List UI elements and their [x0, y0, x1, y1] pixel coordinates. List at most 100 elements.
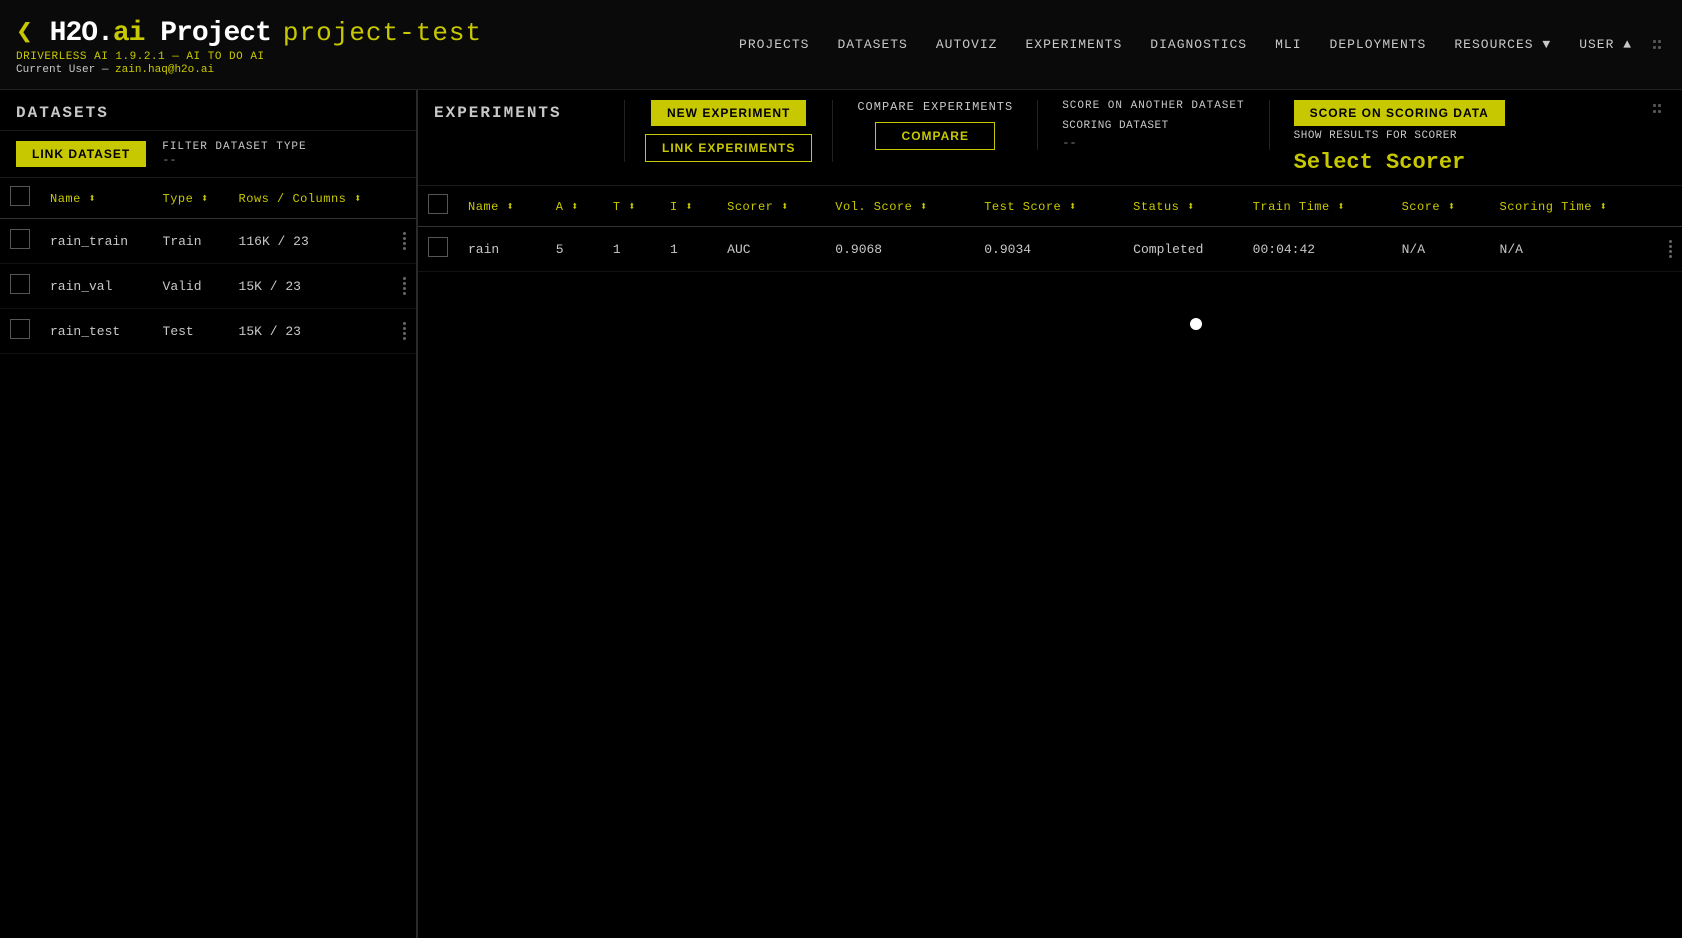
exp-select-all-header[interactable] — [418, 186, 458, 227]
select-scorer-label[interactable]: Select Scorer — [1294, 150, 1466, 175]
compare-button[interactable]: COMPARE — [875, 122, 995, 150]
datasets-toolbar: LINK DATASET FILTER DATASET TYPE -- — [0, 131, 416, 178]
experiments-table-container: Name ⬍ A ⬍ T ⬍ I ⬍ Scorer ⬍ Vol. Score ⬍… — [418, 186, 1682, 938]
exp-i-cell: 1 — [660, 227, 717, 272]
datasets-col-name[interactable]: Name ⬍ — [40, 178, 153, 219]
compare-experiments-label: COMPARE EXPERIMENTS — [857, 100, 1013, 114]
datasets-select-all-header[interactable] — [0, 178, 40, 219]
experiments-title-section: EXPERIMENTS — [434, 100, 614, 122]
dataset-actions-cell[interactable] — [393, 219, 416, 264]
table-row[interactable]: rain_val Valid 15K / 23 — [0, 264, 416, 309]
nav-projects[interactable]: PROJECTS — [739, 37, 809, 52]
experiments-header-row: Name ⬍ A ⬍ T ⬍ I ⬍ Scorer ⬍ Vol. Score ⬍… — [418, 186, 1682, 227]
exp-scorer-cell: AUC — [717, 227, 825, 272]
table-row[interactable]: rain_test Test 15K / 23 — [0, 309, 416, 354]
exp-a-cell: 5 — [546, 227, 603, 272]
nav-diagnostics[interactable]: DIAGNOSTICS — [1150, 37, 1247, 52]
new-experiment-section: NEW EXPERIMENT LINK EXPERIMENTS — [624, 100, 833, 162]
brand-project: project-test — [283, 18, 482, 48]
nav-autoviz[interactable]: AUTOVIZ — [936, 37, 998, 52]
exp-col-scorer[interactable]: Scorer ⬍ — [717, 186, 825, 227]
exp-row-menu-icon[interactable] — [1669, 240, 1672, 258]
filter-section: FILTER DATASET TYPE -- — [162, 141, 306, 167]
brand-title: ❮ H2O.ai Project project-test — [16, 14, 482, 49]
datasets-table-container: Name ⬍ Type ⬍ Rows / Columns ⬍ rain_trai… — [0, 178, 416, 938]
exp-train-time-cell: 00:04:42 — [1243, 227, 1392, 272]
row-menu-icon[interactable] — [403, 277, 406, 295]
row-checkbox-cell[interactable] — [0, 264, 40, 309]
exp-name-cell[interactable]: rain — [458, 227, 546, 272]
dataset-actions-cell[interactable] — [393, 264, 416, 309]
brand-version: DRIVERLESS AI 1.9.2.1 — AI TO DO AI — [16, 51, 482, 63]
filter-label: FILTER DATASET TYPE — [162, 141, 306, 153]
exp-status-cell: Completed — [1123, 227, 1243, 272]
dataset-type-cell: Test — [153, 309, 229, 354]
nav-deployments[interactable]: DEPLOYMENTS — [1330, 37, 1427, 52]
score-on-scoring-data-button[interactable]: SCORE ON SCORING DATA — [1294, 100, 1505, 126]
panel-resize-handle[interactable] — [1648, 100, 1666, 117]
nav-datasets[interactable]: DATASETS — [837, 37, 907, 52]
link-experiments-button[interactable]: LINK EXPERIMENTS — [645, 134, 812, 162]
exp-row-checkbox-cell[interactable] — [418, 227, 458, 272]
experiments-table: Name ⬍ A ⬍ T ⬍ I ⬍ Scorer ⬍ Vol. Score ⬍… — [418, 186, 1682, 272]
score-on-another-label: SCORE ON ANOTHER DATASET — [1062, 100, 1244, 112]
datasets-table: Name ⬍ Type ⬍ Rows / Columns ⬍ rain_trai… — [0, 178, 416, 354]
datasets-col-rows-cols[interactable]: Rows / Columns ⬍ — [229, 178, 393, 219]
link-dataset-button[interactable]: LINK DATASET — [16, 141, 146, 167]
dataset-rowscols-cell: 15K / 23 — [229, 264, 393, 309]
top-nav: ❮ H2O.ai Project project-test DRIVERLESS… — [0, 0, 1682, 90]
exp-col-name[interactable]: Name ⬍ — [458, 186, 546, 227]
nav-mli[interactable]: MLI — [1275, 37, 1301, 52]
window-resize-handle[interactable] — [1648, 36, 1666, 53]
dataset-rowscols-cell: 116K / 23 — [229, 219, 393, 264]
nav-resources[interactable]: RESOURCES ▼ — [1454, 37, 1551, 52]
brand-logo: ❮ H2O.ai Project — [16, 14, 271, 49]
select-all-checkbox[interactable] — [10, 186, 30, 206]
dataset-name-cell[interactable]: rain_test — [40, 309, 153, 354]
exp-score-cell: N/A — [1392, 227, 1490, 272]
row-menu-icon[interactable] — [403, 232, 406, 250]
exp-col-actions — [1659, 186, 1682, 227]
datasets-title: DATASETS — [16, 104, 109, 122]
exp-row-checkbox[interactable] — [428, 237, 448, 257]
exp-col-a[interactable]: A ⬍ — [546, 186, 603, 227]
exp-col-scoring-time[interactable]: Scoring Time ⬍ — [1490, 186, 1659, 227]
exp-col-score[interactable]: Score ⬍ — [1392, 186, 1490, 227]
row-menu-icon[interactable] — [403, 322, 406, 340]
table-row[interactable]: rain_train Train 116K / 23 — [0, 219, 416, 264]
dataset-name-cell[interactable]: rain_train — [40, 219, 153, 264]
exp-col-i[interactable]: I ⬍ — [660, 186, 717, 227]
scorer-section: SCORE ON SCORING DATA SHOW RESULTS FOR S… — [1270, 100, 1529, 175]
row-checkbox[interactable] — [10, 229, 30, 249]
datasets-col-actions — [393, 178, 416, 219]
exp-col-test-score[interactable]: Test Score ⬍ — [974, 186, 1123, 227]
exp-actions-cell[interactable] — [1659, 227, 1682, 272]
datasets-col-type[interactable]: Type ⬍ — [153, 178, 229, 219]
filter-value: -- — [162, 153, 306, 167]
exp-t-cell: 1 — [603, 227, 660, 272]
user-email-link[interactable]: zain.haq@h2o.ai — [115, 64, 214, 76]
exp-scoring-time-cell: N/A — [1490, 227, 1659, 272]
dataset-name-cell[interactable]: rain_val — [40, 264, 153, 309]
compare-section: COMPARE EXPERIMENTS COMPARE — [833, 100, 1038, 150]
exp-col-status[interactable]: Status ⬍ — [1123, 186, 1243, 227]
exp-select-all-checkbox[interactable] — [428, 194, 448, 214]
exp-col-t[interactable]: T ⬍ — [603, 186, 660, 227]
nav-user-menu[interactable]: USER ▲ — [1579, 37, 1632, 52]
exp-col-train-time[interactable]: Train Time ⬍ — [1243, 186, 1392, 227]
exp-vol-score-cell: 0.9068 — [825, 227, 974, 272]
brand-section: ❮ H2O.ai Project project-test DRIVERLESS… — [16, 14, 482, 76]
nav-links: PROJECTS DATASETS AUTOVIZ EXPERIMENTS DI… — [739, 37, 1632, 52]
row-checkbox-cell[interactable] — [0, 309, 40, 354]
row-checkbox[interactable] — [10, 274, 30, 294]
new-experiment-button[interactable]: NEW EXPERIMENT — [651, 100, 806, 126]
exp-col-vol-score[interactable]: Vol. Score ⬍ — [825, 186, 974, 227]
experiments-panel: EXPERIMENTS NEW EXPERIMENT LINK EXPERIME… — [418, 90, 1682, 938]
nav-experiments[interactable]: EXPERIMENTS — [1025, 37, 1122, 52]
row-checkbox-cell[interactable] — [0, 219, 40, 264]
row-checkbox[interactable] — [10, 319, 30, 339]
score-on-dataset-section: SCORE ON ANOTHER DATASET SCORING DATASET… — [1038, 100, 1269, 150]
table-row[interactable]: rain 5 1 1 AUC 0.9068 0.9034 Completed 0… — [418, 227, 1682, 272]
dataset-actions-cell[interactable] — [393, 309, 416, 354]
scoring-dataset-value: -- — [1062, 136, 1244, 150]
